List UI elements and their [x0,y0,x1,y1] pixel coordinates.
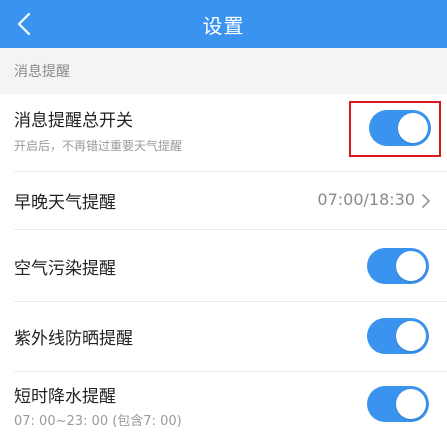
toggle-knob [396,251,426,281]
precipitation-row: 短时降水提醒 07: 00~23: 00 (包含7: 00) [0,372,447,434]
reminder-time-value: 07:00/18:30 [317,190,415,209]
air-pollution-title: 空气污染提醒 [14,259,116,279]
morning-evening-row[interactable]: 早晚天气提醒 07:00/18:30 [0,172,447,230]
toggle-knob [396,389,426,419]
section-title: 消息提醒 [14,64,70,80]
page-title: 设置 [202,13,245,38]
settings-screen: 设置 消息提醒 消息提醒总开关 开启后，不再错过重要天气提醒 早晚天气提醒 07… [0,0,447,434]
uv-title: 紫外线防晒提醒 [14,329,133,349]
air-pollution-row: 空气污染提醒 [0,230,447,302]
highlight-box [349,101,441,157]
toggle-knob [396,321,426,351]
master-switch-title: 消息提醒总开关 [14,111,133,131]
precipitation-subtitle: 07: 00~23: 00 (包含7: 00) [14,414,182,429]
precipitation-toggle[interactable] [367,386,429,422]
uv-toggle[interactable] [367,318,429,354]
chevron-left-icon [17,12,31,36]
master-switch-subtitle: 开启后，不再错过重要天气提醒 [14,139,183,153]
air-pollution-toggle[interactable] [367,248,429,284]
chevron-right-icon [422,194,430,208]
precipitation-title: 短时降水提醒 [14,387,116,407]
morning-evening-title: 早晚天气提醒 [14,193,116,213]
back-button[interactable] [4,0,44,48]
uv-row: 紫外线防晒提醒 [0,302,447,372]
header-bar: 设置 [0,0,447,48]
section-header: 消息提醒 [0,48,447,94]
